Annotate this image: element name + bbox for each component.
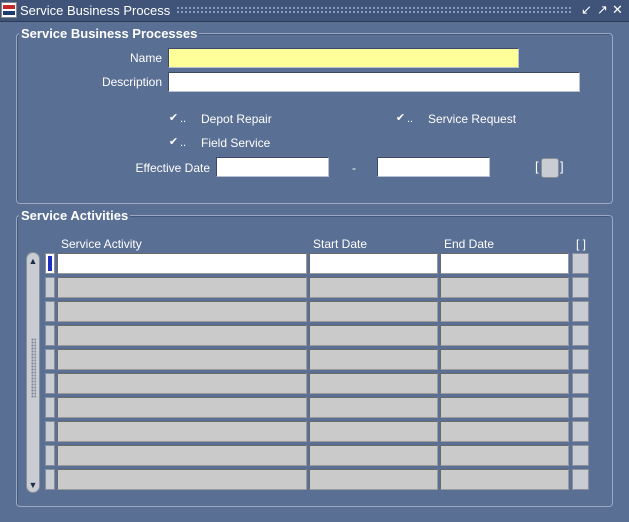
service-activity-cell[interactable]: [57, 301, 307, 322]
row-indicator[interactable]: [45, 301, 55, 322]
depot-repair-ellipsis: ..: [180, 113, 187, 125]
dff-bracket-open: [: [535, 159, 539, 174]
down-arrow-icon[interactable]: ▼: [27, 479, 39, 491]
end-date-cell[interactable]: [440, 253, 569, 274]
service-request-checkbox[interactable]: ✔: [395, 113, 406, 124]
start-date-cell[interactable]: [309, 445, 438, 466]
name-label: Name: [129, 51, 162, 65]
row-indicator[interactable]: [45, 253, 55, 274]
effective-date-label: Effective Date: [135, 161, 210, 175]
depot-repair-checkbox[interactable]: ✔: [168, 113, 179, 124]
row-flexfield-button[interactable]: [572, 349, 589, 370]
effective-date-from-input[interactable]: [216, 157, 329, 177]
start-date-cell[interactable]: [309, 373, 438, 394]
start-date-cell[interactable]: [309, 349, 438, 370]
row-flexfield-button[interactable]: [572, 445, 589, 466]
titlebar-grip: [176, 6, 573, 15]
depot-repair-label: Depot Repair: [201, 112, 272, 126]
row-indicator[interactable]: [45, 349, 55, 370]
service-activity-cell[interactable]: [57, 445, 307, 466]
row-indicator[interactable]: [45, 445, 55, 466]
description-input[interactable]: [168, 72, 580, 92]
row-flexfield-button[interactable]: [572, 253, 589, 274]
close-icon[interactable]: ✕: [611, 3, 624, 17]
column-header-start-date: Start Date: [313, 237, 368, 251]
row-flexfield-button[interactable]: [572, 397, 589, 418]
start-date-cell[interactable]: [309, 325, 438, 346]
group-title: Service Activities: [19, 208, 131, 223]
maximize-icon[interactable]: ↗: [596, 3, 609, 17]
dff-bracket-close: ]: [560, 159, 564, 174]
start-date-cell[interactable]: [309, 277, 438, 298]
end-date-cell[interactable]: [440, 277, 569, 298]
service-activity-cell[interactable]: [57, 325, 307, 346]
descriptive-flexfield-button[interactable]: [541, 158, 559, 178]
date-separator: -: [352, 161, 356, 175]
field-service-ellipsis: ..: [180, 137, 187, 149]
start-date-cell[interactable]: [309, 301, 438, 322]
row-flexfield-button[interactable]: [572, 469, 589, 490]
service-activity-cell[interactable]: [57, 469, 307, 490]
oracle-forms-icon: [1, 2, 17, 18]
service-activity-cell[interactable]: [57, 277, 307, 298]
row-indicator[interactable]: [45, 469, 55, 490]
column-header-service-activity: Service Activity: [61, 237, 142, 251]
row-flexfield-button[interactable]: [572, 301, 589, 322]
end-date-cell[interactable]: [440, 397, 569, 418]
up-arrow-icon[interactable]: ▲: [27, 255, 39, 267]
end-date-cell[interactable]: [440, 349, 569, 370]
scroll-grip[interactable]: [31, 338, 36, 398]
field-service-checkbox[interactable]: ✔: [168, 137, 179, 148]
row-indicator[interactable]: [45, 397, 55, 418]
service-activity-cell[interactable]: [57, 373, 307, 394]
minimize-icon[interactable]: ↙: [580, 3, 593, 17]
column-header-dff: [ ]: [576, 237, 587, 251]
service-activity-cell[interactable]: [57, 421, 307, 442]
service-activity-cell[interactable]: [57, 253, 307, 274]
start-date-cell[interactable]: [309, 469, 438, 490]
name-input[interactable]: [168, 48, 519, 68]
row-indicator[interactable]: [45, 421, 55, 442]
row-indicator[interactable]: [45, 325, 55, 346]
start-date-cell[interactable]: [309, 397, 438, 418]
activities-scrollbar[interactable]: ▲ ▼: [26, 252, 40, 493]
group-title: Service Business Processes: [19, 26, 200, 41]
service-activity-cell[interactable]: [57, 397, 307, 418]
end-date-cell[interactable]: [440, 469, 569, 490]
row-indicator[interactable]: [45, 277, 55, 298]
end-date-cell[interactable]: [440, 301, 569, 322]
window-titlebar[interactable]: Service Business Process ↙ ↗ ✕: [0, 0, 629, 22]
row-flexfield-button[interactable]: [572, 277, 589, 298]
service-request-ellipsis: ..: [407, 113, 414, 125]
window-title: Service Business Process: [20, 3, 171, 18]
end-date-cell[interactable]: [440, 445, 569, 466]
start-date-cell[interactable]: [309, 421, 438, 442]
service-request-label: Service Request: [428, 112, 517, 126]
description-label: Description: [101, 75, 162, 89]
end-date-cell[interactable]: [440, 325, 569, 346]
end-date-cell[interactable]: [440, 373, 569, 394]
service-activity-cell[interactable]: [57, 349, 307, 370]
start-date-cell[interactable]: [309, 253, 438, 274]
column-header-end-date: End Date: [444, 237, 495, 251]
row-indicator[interactable]: [45, 373, 55, 394]
row-flexfield-button[interactable]: [572, 373, 589, 394]
row-flexfield-button[interactable]: [572, 421, 589, 442]
row-flexfield-button[interactable]: [572, 325, 589, 346]
effective-date-to-input[interactable]: [377, 157, 490, 177]
field-service-label: Field Service: [201, 136, 271, 150]
end-date-cell[interactable]: [440, 421, 569, 442]
